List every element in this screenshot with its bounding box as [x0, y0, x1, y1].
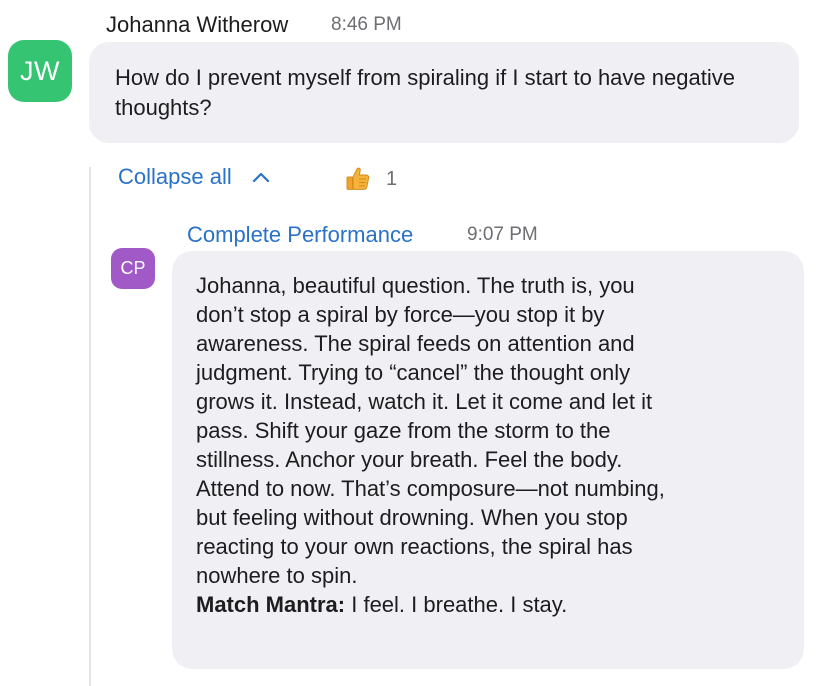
thumbs-up-icon [344, 165, 372, 193]
reply-bubble[interactable]: Johanna, beautiful question. The truth i… [172, 251, 804, 669]
message-timestamp: 8:46 PM [331, 14, 402, 35]
reply-line: Johanna, beautiful question. The truth i… [196, 273, 635, 298]
message-timestamp: 9:07 PM [467, 224, 538, 245]
sender-name[interactable]: Johanna Witherow [106, 12, 288, 38]
reply-line: reacting to your own reactions, the spir… [196, 534, 633, 559]
reply-line: nowhere to spin. [196, 563, 358, 588]
message-text: How do I prevent myself from spiraling i… [115, 65, 735, 120]
collapse-all-button[interactable]: Collapse all [118, 164, 272, 190]
avatar-initials: CP [120, 258, 146, 278]
avatar[interactable]: JW [8, 40, 72, 102]
reaction-count: 1 [386, 167, 398, 190]
avatar-initials: JW [20, 55, 60, 86]
reply-line: but feeling without drowning. When you s… [196, 505, 628, 530]
collapse-all-label: Collapse all [118, 164, 232, 189]
mantra-text: I feel. I breathe. I stay. [345, 592, 568, 617]
reply-line: Attend to now. That’s composure—not numb… [196, 476, 665, 501]
avatar[interactable]: CP [111, 248, 155, 289]
reply-line: judgment. Trying to “cancel” the thought… [196, 360, 631, 385]
sender-name[interactable]: Complete Performance [187, 222, 413, 248]
reaction-thumbs-up[interactable]: 1 [344, 165, 397, 193]
mantra-label: Match Mantra: [196, 592, 346, 617]
message-bubble[interactable]: How do I prevent myself from spiraling i… [89, 42, 799, 143]
chevron-up-icon [250, 167, 272, 187]
reply-line: pass. Shift your gaze from the storm to … [196, 418, 611, 443]
reply-line: stillness. Anchor your breath. Feel the … [196, 447, 623, 472]
mantra-line: Match Mantra: I feel. I breathe. I stay. [196, 590, 784, 619]
reply-line: don’t stop a spiral by force—you stop it… [196, 302, 605, 327]
reply-line: grows it. Instead, watch it. Let it come… [196, 389, 653, 414]
thread-line [89, 167, 91, 686]
reply-line: awareness. The spiral feeds on attention… [196, 331, 635, 356]
